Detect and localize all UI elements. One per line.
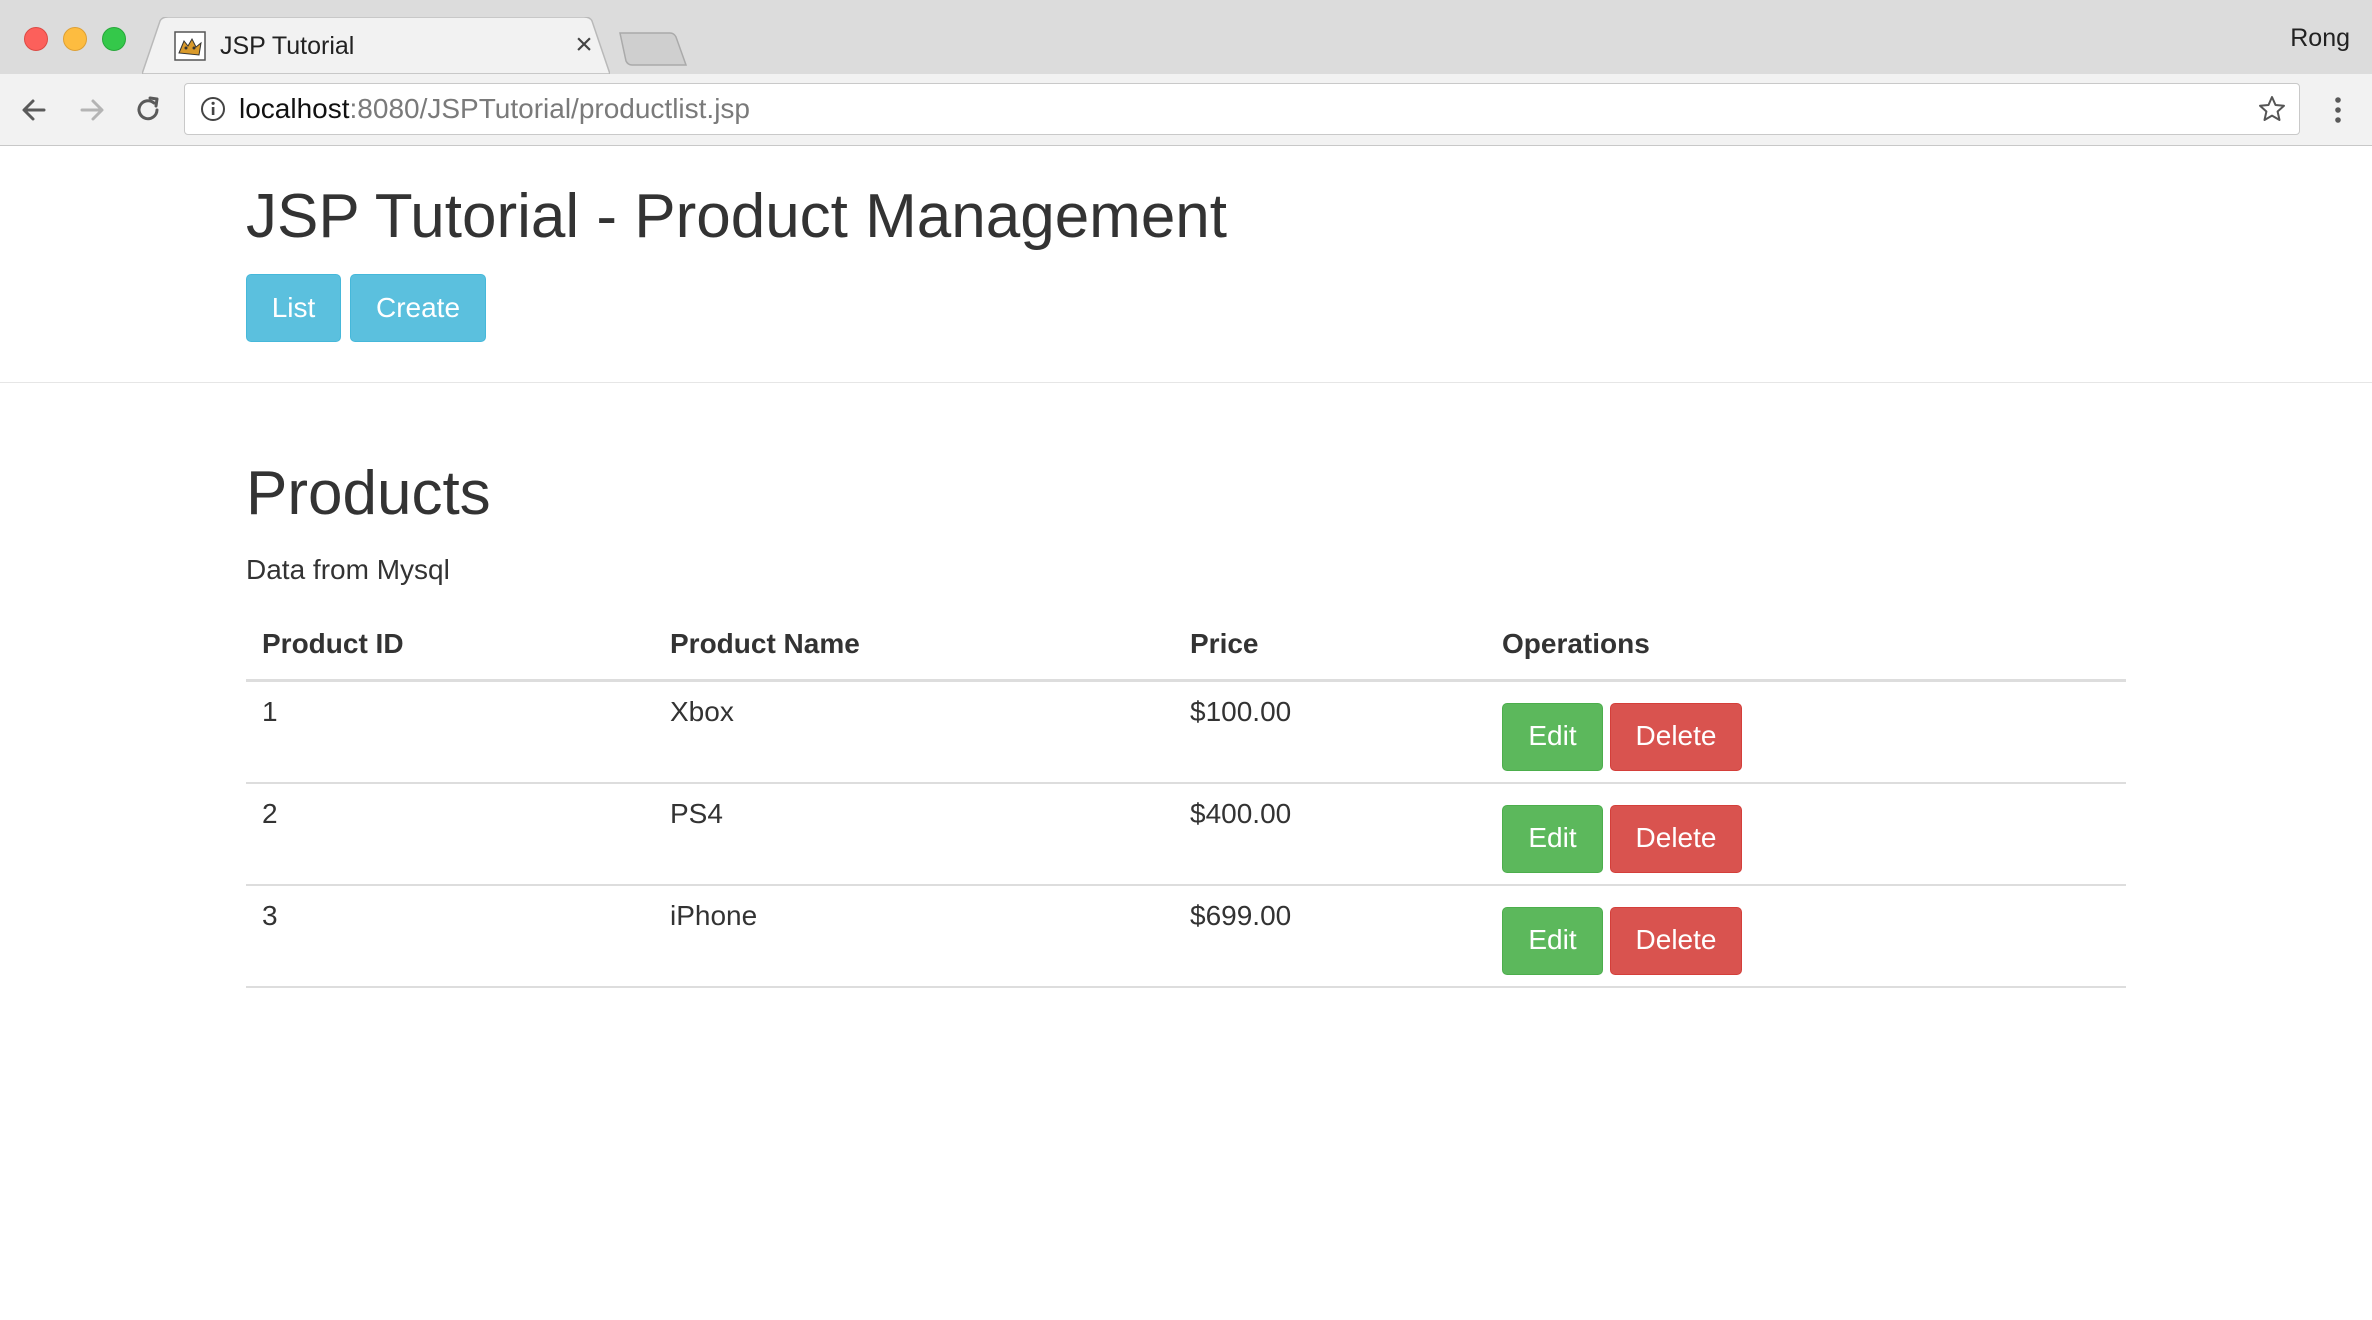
product-price-cell: $699.00 [1190,900,1292,931]
forward-arrow-icon[interactable] [74,92,110,128]
minimize-window-button[interactable] [63,27,87,51]
edit-button[interactable]: Edit [1502,703,1603,771]
delete-button[interactable]: Delete [1610,703,1742,771]
product-name-cell: PS4 [670,798,723,829]
column-header-price: Price [1190,628,1259,659]
tab-shape [142,17,610,74]
page-title: JSP Tutorial - Product Management [246,182,1228,251]
tab-close-icon[interactable]: × [570,30,598,60]
product-name-cell: Xbox [670,696,734,727]
table-row: 2 PS4 $400.00 [246,784,2126,886]
product-price-cell: $100.00 [1190,696,1292,727]
table-header-row: Product ID Product Name Price Operations [246,612,2126,682]
profile-name[interactable]: Rong [2290,24,2350,53]
url-text[interactable]: localhost:8080/JSPTutorial/productlist.j… [239,94,750,124]
create-button[interactable]: Create [350,274,486,342]
section-title: Products [246,459,491,528]
product-id-cell: 3 [262,900,278,931]
tomcat-favicon-icon [174,31,206,61]
close-window-button[interactable] [24,27,48,51]
edit-button[interactable]: Edit [1502,907,1603,975]
star-icon[interactable] [2257,94,2287,124]
info-icon[interactable] [199,95,227,123]
url-host: localhost [239,93,350,124]
address-bar[interactable]: localhost:8080/JSPTutorial/productlist.j… [184,83,2300,135]
browser-tab[interactable]: JSP Tutorial × [142,17,610,74]
product-price-cell: $400.00 [1190,798,1292,829]
back-arrow-icon[interactable] [16,92,52,128]
tab-title: JSP Tutorial [220,32,355,60]
column-header-product-name: Product Name [670,628,860,659]
delete-button[interactable]: Delete [1610,805,1742,873]
page-header: JSP Tutorial - Product Management List C… [0,147,2372,383]
reload-icon[interactable] [130,92,166,128]
kebab-menu-icon[interactable] [2320,92,2356,128]
product-name-cell: iPhone [670,900,758,931]
delete-button[interactable]: Delete [1610,907,1742,975]
new-tab-button[interactable] [618,31,688,67]
column-header-operations: Operations [1502,628,1650,659]
browser-toolbar: localhost:8080/JSPTutorial/productlist.j… [0,74,2372,146]
column-header-product-id: Product ID [262,628,404,659]
product-id-cell: 2 [262,798,278,829]
section-subtitle: Data from Mysql [246,554,450,585]
product-id-cell: 1 [262,696,278,727]
table-row: 1 Xbox $100.00 [246,682,2126,784]
browser-tab-bar: JSP Tutorial × Rong [0,0,2372,74]
table-row: 3 iPhone $699.00 [246,886,2126,988]
maximize-window-button[interactable] [102,27,126,51]
list-button[interactable]: List [246,274,341,342]
url-path: :8080/JSPTutorial/productlist.jsp [349,93,751,124]
edit-button[interactable]: Edit [1502,805,1603,873]
